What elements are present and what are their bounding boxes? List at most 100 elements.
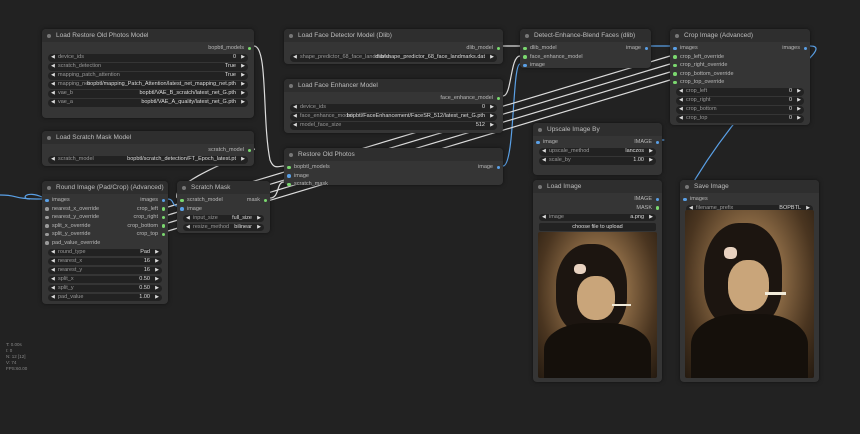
increment-arrow-icon[interactable]: ▶ [490, 54, 494, 62]
collapse-dot-icon[interactable] [182, 185, 186, 190]
widget-scale-by[interactable]: ◀ scale_by 1.00 ▶ [539, 157, 656, 165]
node-title[interactable]: Save Image [680, 180, 819, 193]
decrement-arrow-icon[interactable]: ◀ [542, 214, 546, 222]
input-socket-icon[interactable] [523, 46, 527, 50]
increment-arrow-icon[interactable]: ▶ [155, 267, 159, 275]
increment-arrow-icon[interactable]: ▶ [490, 113, 494, 121]
decrement-arrow-icon[interactable]: ◀ [51, 54, 55, 62]
input-slot[interactable]: crop_bottom_override [673, 70, 734, 79]
widget-value[interactable]: 0 [789, 106, 792, 114]
decrement-arrow-icon[interactable]: ◀ [51, 81, 55, 89]
increment-arrow-icon[interactable]: ▶ [797, 115, 801, 123]
decrement-arrow-icon[interactable]: ◀ [186, 215, 190, 223]
collapse-dot-icon[interactable] [289, 83, 293, 88]
output-socket-icon[interactable] [161, 198, 165, 202]
widget-value[interactable]: 0 [233, 54, 236, 62]
node-detect-enhance[interactable]: Detect-Enhance-Blend Faces (dlib) dlib_mo… [520, 29, 651, 68]
widget-crop-top[interactable]: ◀ crop_top 0 ▶ [676, 115, 804, 123]
increment-arrow-icon[interactable]: ▶ [649, 214, 653, 222]
input-socket-icon[interactable] [673, 80, 677, 84]
node-title[interactable]: Load Image [533, 180, 662, 193]
widget-value[interactable]: 16 [144, 267, 150, 275]
input-slot[interactable]: images [673, 44, 698, 53]
decrement-arrow-icon[interactable]: ◀ [51, 156, 55, 164]
widget-value[interactable]: 1.00 [633, 157, 644, 165]
output-socket-icon[interactable] [161, 207, 165, 211]
output-slot[interactable]: mask [247, 196, 267, 205]
input-slot[interactable]: images [45, 196, 70, 205]
decrement-arrow-icon[interactable]: ◀ [293, 113, 297, 121]
widget-scratch-detection[interactable]: ◀ scratch_detection True ▶ [48, 63, 248, 71]
increment-arrow-icon[interactable]: ▶ [241, 54, 245, 62]
increment-arrow-icon[interactable]: ▶ [241, 72, 245, 80]
decrement-arrow-icon[interactable]: ◀ [293, 122, 297, 130]
decrement-arrow-icon[interactable]: ◀ [51, 99, 55, 107]
output-socket-icon[interactable] [496, 165, 500, 169]
node-title[interactable]: Restore Old Photos [284, 148, 503, 161]
output-slot[interactable]: crop_left [137, 205, 165, 214]
node-title[interactable]: Load Face Enhancer Model [284, 79, 503, 92]
output-slot[interactable]: dlib_model [466, 44, 500, 53]
input-slot[interactable]: dlib_model [523, 44, 557, 53]
decrement-arrow-icon[interactable]: ◀ [542, 157, 546, 165]
widget-mapping-patch-attention[interactable]: ◀ mapping_patch_attention True ▶ [48, 72, 248, 80]
increment-arrow-icon[interactable]: ▶ [241, 81, 245, 89]
increment-arrow-icon[interactable]: ▶ [241, 90, 245, 98]
input-socket-icon[interactable] [523, 55, 527, 59]
input-slot[interactable]: image [536, 138, 558, 147]
output-slot[interactable]: crop_bottom [127, 222, 165, 231]
widget-round-type[interactable]: ◀ round_type Pad ▶ [48, 248, 162, 257]
decrement-arrow-icon[interactable]: ◀ [679, 88, 683, 96]
decrement-arrow-icon[interactable]: ◀ [51, 294, 55, 302]
input-socket-icon[interactable] [45, 215, 49, 219]
collapse-dot-icon[interactable] [47, 185, 51, 190]
output-slot[interactable]: crop_top [137, 230, 165, 239]
input-socket-icon[interactable] [45, 207, 49, 211]
increment-arrow-icon[interactable]: ▶ [490, 104, 494, 112]
widget-device-ids[interactable]: ◀ device_ids 0 ▶ [48, 54, 248, 62]
input-slot[interactable]: image [180, 205, 202, 214]
node-load-scratch-model[interactable]: Load Scratch Mask Model scratch_model ◀ scr… [42, 131, 254, 166]
widget-vae-a[interactable]: ◀ vae_a bopbtl/VAE_A_quality/latest_net_G.… [48, 99, 248, 107]
input-slot[interactable]: nearest_y_override [45, 213, 99, 222]
widget-value[interactable]: bilinear [234, 224, 252, 232]
input-socket-icon[interactable] [523, 63, 527, 67]
input-slot[interactable]: crop_right_override [673, 61, 727, 70]
increment-arrow-icon[interactable]: ▶ [797, 106, 801, 114]
input-socket-icon[interactable] [673, 72, 677, 76]
node-title[interactable]: Detect-Enhance-Blend Faces (dlib) [520, 29, 651, 42]
increment-arrow-icon[interactable]: ▶ [155, 276, 159, 284]
node-load-restore-model[interactable]: Load Restore Old Photos Model bopbtl_mode… [42, 29, 254, 118]
collapse-dot-icon[interactable] [525, 33, 529, 38]
decrement-arrow-icon[interactable]: ◀ [679, 115, 683, 123]
widget-crop-right[interactable]: ◀ crop_right 0 ▶ [676, 97, 804, 105]
decrement-arrow-icon[interactable]: ◀ [51, 72, 55, 80]
collapse-dot-icon[interactable] [538, 184, 542, 189]
increment-arrow-icon[interactable]: ▶ [490, 122, 494, 130]
collapse-dot-icon[interactable] [538, 127, 542, 132]
input-socket-icon[interactable] [683, 197, 687, 201]
input-socket-icon[interactable] [287, 165, 291, 169]
input-socket-icon[interactable] [45, 241, 49, 245]
collapse-dot-icon[interactable] [47, 135, 51, 140]
increment-arrow-icon[interactable]: ▶ [241, 63, 245, 71]
increment-arrow-icon[interactable]: ▶ [257, 224, 261, 232]
increment-arrow-icon[interactable]: ▶ [241, 156, 245, 164]
collapse-dot-icon[interactable] [675, 33, 679, 38]
node-load-image[interactable]: Load Image IMAGE MASK ◀ image a.png ▶ choose fi… [533, 180, 662, 382]
node-upscale[interactable]: Upscale Image By image IMAGE ◀ upscale_metho… [533, 123, 662, 175]
collapse-dot-icon[interactable] [685, 184, 689, 189]
output-socket-icon[interactable] [161, 232, 165, 236]
decrement-arrow-icon[interactable]: ◀ [293, 54, 297, 62]
widget-model-face-size[interactable]: ◀ model_face_size 512 ▶ [290, 122, 497, 130]
widget-shape-predictor-68-face-landmarks[interactable]: ◀ shape_predictor_68_face_landmarks dlib/s… [290, 54, 497, 62]
input-slot[interactable]: crop_left_override [673, 53, 724, 62]
input-slot[interactable]: image [287, 172, 309, 181]
decrement-arrow-icon[interactable]: ◀ [51, 249, 55, 257]
widget-value[interactable]: dlib/shape_predictor_68_face_landmarks.d… [375, 54, 485, 62]
increment-arrow-icon[interactable]: ▶ [155, 249, 159, 257]
node-title[interactable]: Load Face Detector Model (Dlib) [284, 29, 503, 42]
input-slot[interactable]: split_x_override [45, 222, 91, 231]
output-slot[interactable]: IMAGE [634, 195, 659, 204]
decrement-arrow-icon[interactable]: ◀ [542, 148, 546, 156]
